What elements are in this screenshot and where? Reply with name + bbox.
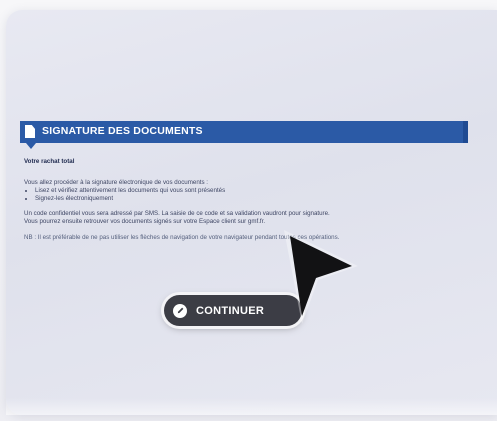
panel-bottom-edge [6,398,497,415]
section-title: SIGNATURE DES DOCUMENTS [42,125,203,137]
nb-note: NB : Il est préférable de ne pas utilise… [24,234,340,241]
instructions-list: Lisez et vérifiez attentivement les docu… [24,187,444,203]
pencil-icon [173,303,187,318]
content-subtitle: Votre rachat total [24,158,75,165]
screen: SIGNATURE DES DOCUMENTS Votre rachat tot… [0,0,497,421]
instruction-item: Lisez et vérifiez attentivement les docu… [35,187,444,195]
sms-code-text: Un code confidentiel vous sera adressé p… [24,210,330,217]
section-content: Votre rachat total Vous allez procéder à… [24,149,444,242]
intro-text: Vous allez procéder à la signature élect… [24,179,209,186]
instruction-item: Signez-les électroniquement [35,195,444,203]
retrieve-documents-text: Vous pourrez ensuite retrouver vos docum… [24,218,266,225]
continue-button[interactable]: CONTINUER [164,295,302,326]
continue-button-label: CONTINUER [196,304,265,317]
